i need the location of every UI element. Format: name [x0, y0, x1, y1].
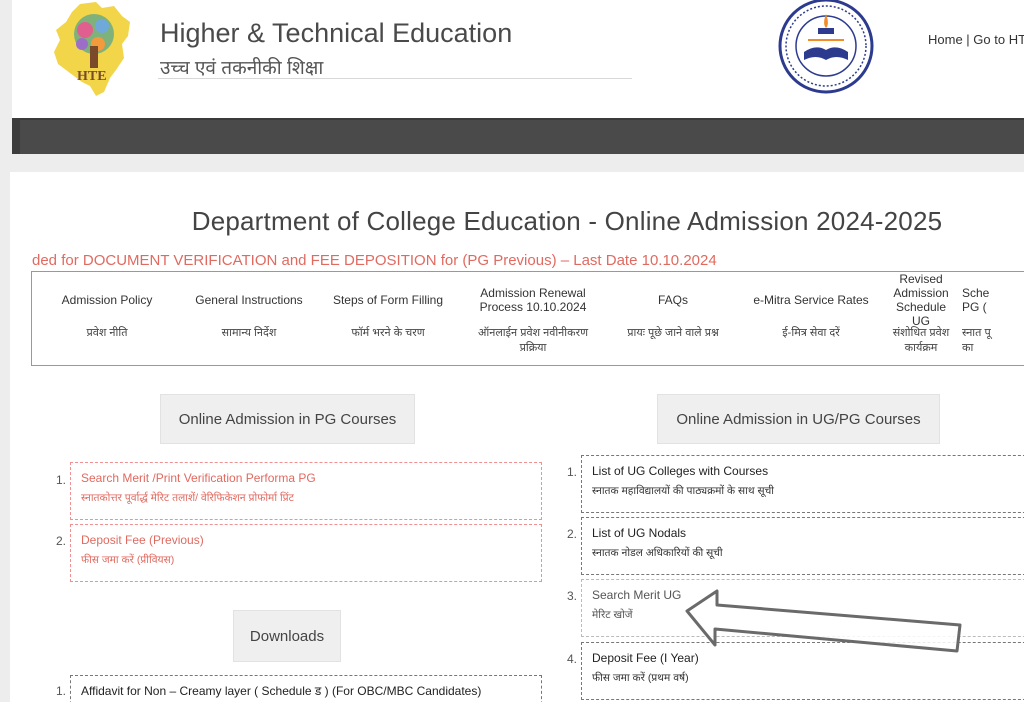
main-navbar[interactable] — [12, 118, 1024, 154]
announcement-ticker[interactable]: ded for DOCUMENT VERIFICATION and FEE DE… — [32, 252, 717, 269]
quick-link-hindi: ऑनलाईन प्रवेश नवीनीकरण प्रक्रिया — [477, 327, 589, 354]
quick-link-general-instructions[interactable]: General Instructions सामान्य निर्देश — [182, 272, 316, 365]
item-label: Deposit Fee (I Year) — [592, 651, 699, 665]
quick-link-label: Admission Policy — [61, 293, 153, 307]
quick-link-hindi: फॉर्म भरने के चरण — [351, 327, 425, 339]
quick-link-steps-form-filling[interactable]: Steps of Form Filling फॉर्म भरने के चरण — [316, 272, 460, 365]
link-separator: | — [962, 32, 974, 47]
go-to-hte-link[interactable]: Go to HTE — [973, 32, 1024, 47]
ug-item-number: 3. — [567, 589, 578, 603]
ug-search-merit-link[interactable]: Search Merit UG मेरिट खोजें — [581, 579, 1024, 637]
quick-link-label: General Instructions — [195, 293, 303, 307]
quick-link-label: FAQs — [657, 293, 688, 307]
quick-link-hindi: ई-मित्र सेवा दरें — [782, 327, 840, 339]
quick-links-table: Admission Policy प्रवेश नीति General Ins… — [31, 271, 1024, 366]
quick-link-schedule-pg[interactable]: Sche PG ( स्नात पू का — [960, 272, 1000, 365]
pg-search-merit-link[interactable]: Search Merit /Print Verification Perform… — [70, 462, 542, 520]
quick-link-emitra-rates[interactable]: e-Mitra Service Rates ई-मित्र सेवा दरें — [740, 272, 882, 365]
quick-link-label: e-Mitra Service Rates — [753, 293, 869, 307]
top-links: Home | Go to HTE — [928, 32, 1024, 47]
site-title: Higher & Technical Education — [160, 18, 513, 48]
item-hindi: फीस जमा करें (प्रथम वर्ष) — [592, 672, 689, 684]
pg-deposit-fee-link[interactable]: Deposit Fee (Previous) फीस जमा करें (प्र… — [70, 524, 542, 582]
ug-colleges-list-link[interactable]: List of UG Colleges with Courses स्नातक … — [581, 455, 1024, 513]
pg-item-number: 1. — [56, 473, 67, 487]
title-divider — [158, 78, 632, 79]
downloads-heading-button[interactable]: Downloads — [233, 610, 341, 662]
site-subtitle: उच्च एवं तकनीकी शिक्षा — [160, 58, 324, 79]
quick-link-admission-renewal[interactable]: Admission Renewal Process 10.10.2024 ऑनल… — [460, 272, 606, 365]
page-title: Department of College Education - Online… — [191, 206, 943, 236]
item-hindi: स्नातक नोडल अधिकारियों की सूची — [592, 547, 723, 559]
quick-link-admission-policy[interactable]: Admission Policy प्रवेश नीति — [32, 272, 182, 365]
quick-link-label: Steps of Form Filling — [332, 293, 444, 307]
item-label: List of UG Nodals — [592, 526, 687, 540]
item-hindi: मेरिट खोजें — [592, 609, 633, 621]
download-item-number: 1. — [56, 684, 67, 698]
item-label: Deposit Fee (Previous) — [81, 533, 204, 547]
pg-item-number: 2. — [56, 534, 67, 548]
quick-link-hindi: प्रवेश नीति — [86, 327, 128, 339]
quick-link-revised-schedule-ug[interactable]: Revised Admission Schedule UG संशोधित प्… — [882, 272, 960, 365]
item-label: Search Merit UG — [592, 588, 682, 602]
quick-link-hindi: स्नात पू का — [962, 327, 991, 354]
quick-link-label: Sche PG ( — [962, 286, 990, 314]
hte-logo-icon[interactable]: HTE — [52, 0, 132, 98]
item-label: Search Merit /Print Verification Perform… — [81, 471, 316, 485]
affidavit-download-link[interactable]: Affidavit for Non – Creamy layer ( Sched… — [70, 675, 542, 702]
ug-item-number: 2. — [567, 527, 578, 541]
item-label: Affidavit for Non – Creamy layer ( Sched… — [81, 684, 482, 698]
ug-pg-courses-heading-button[interactable]: Online Admission in UG/PG Courses — [657, 394, 940, 444]
quick-link-label: Revised Admission Schedule UG — [893, 272, 949, 328]
pg-courses-heading-button[interactable]: Online Admission in PG Courses — [160, 394, 415, 444]
site-header: HTE Higher & Technical Education उच्च एव… — [12, 0, 1024, 118]
ug-deposit-fee-link[interactable]: Deposit Fee (I Year) फीस जमा करें (प्रथम… — [581, 642, 1024, 700]
item-hindi: स्नातक महाविद्यालयों की पाठ्यक्रमों के स… — [592, 485, 774, 497]
main-content: Department of College Education - Online… — [10, 172, 1024, 702]
quick-link-label: Admission Renewal Process 10.10.2024 — [479, 286, 587, 314]
item-hindi: फीस जमा करें (प्रीवियस) — [81, 554, 175, 566]
navbar-corner — [12, 118, 20, 154]
item-hindi: स्नातकोत्तर पूर्वार्द्ध मेरिट तलाशें/ वे… — [81, 492, 294, 504]
quick-link-hindi: सामान्य निर्देश — [221, 327, 277, 339]
item-label: List of UG Colleges with Courses — [592, 464, 769, 478]
quick-link-hindi: प्रायः पूछे जाने वाले प्रश्न — [627, 327, 719, 339]
department-emblem-icon — [778, 0, 874, 94]
home-link[interactable]: Home — [928, 32, 963, 47]
ug-item-number: 1. — [567, 465, 578, 479]
ug-item-number: 4. — [567, 652, 578, 666]
ug-nodals-list-link[interactable]: List of UG Nodals स्नातक नोडल अधिकारियों… — [581, 517, 1024, 575]
logo-text: HTE — [77, 69, 107, 84]
quick-link-faqs[interactable]: FAQs प्रायः पूछे जाने वाले प्रश्न — [606, 272, 740, 365]
quick-link-hindi: संशोधित प्रवेश कार्यक्रम — [892, 327, 950, 354]
